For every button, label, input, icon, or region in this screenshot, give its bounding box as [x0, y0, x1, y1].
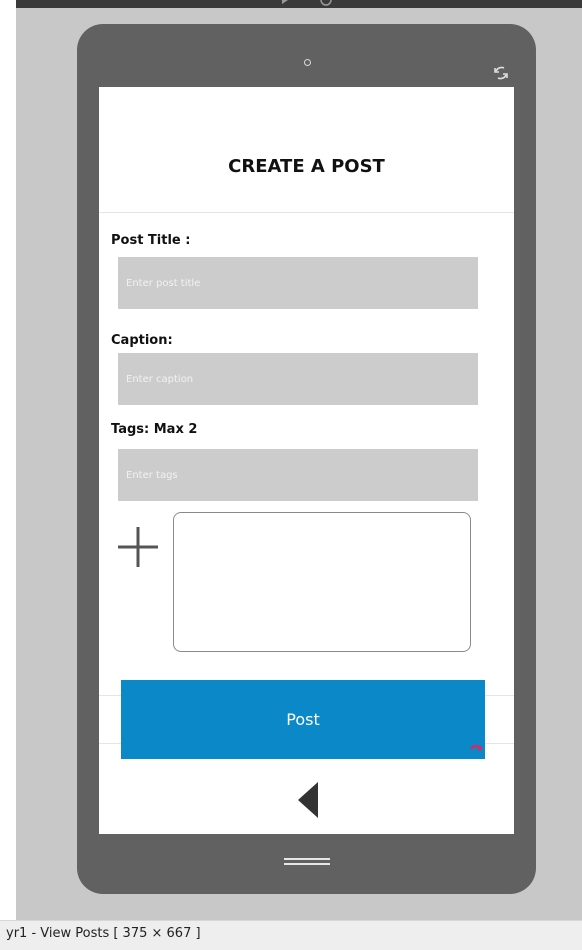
camera-dot-icon	[304, 59, 311, 66]
post-title-label: Post Title :	[111, 233, 191, 248]
caption-input[interactable]: Enter caption	[118, 353, 478, 405]
left-strip	[0, 0, 16, 949]
tags-input[interactable]: Enter tags	[118, 449, 478, 501]
post-button[interactable]: Post	[121, 680, 485, 759]
header-divider	[99, 212, 514, 213]
post-title-input[interactable]: Enter post title	[118, 257, 478, 309]
top-toolbar	[16, 0, 582, 8]
plus-icon[interactable]	[118, 527, 158, 567]
menu-lines-icon[interactable]	[284, 856, 330, 870]
caption-label: Caption:	[111, 333, 173, 348]
status-text: yr1 - View Posts [ 375 × 667 ]	[6, 926, 201, 941]
toolbar-glyphs-icon	[282, 0, 332, 6]
image-upload-area[interactable]	[173, 512, 471, 652]
hotspot-arrow-icon	[470, 744, 482, 751]
tags-label: Tags: Max 2	[111, 422, 198, 437]
back-triangle-icon[interactable]	[296, 780, 320, 820]
rotate-icon[interactable]	[490, 62, 512, 84]
page-title: CREATE A POST	[228, 156, 385, 177]
